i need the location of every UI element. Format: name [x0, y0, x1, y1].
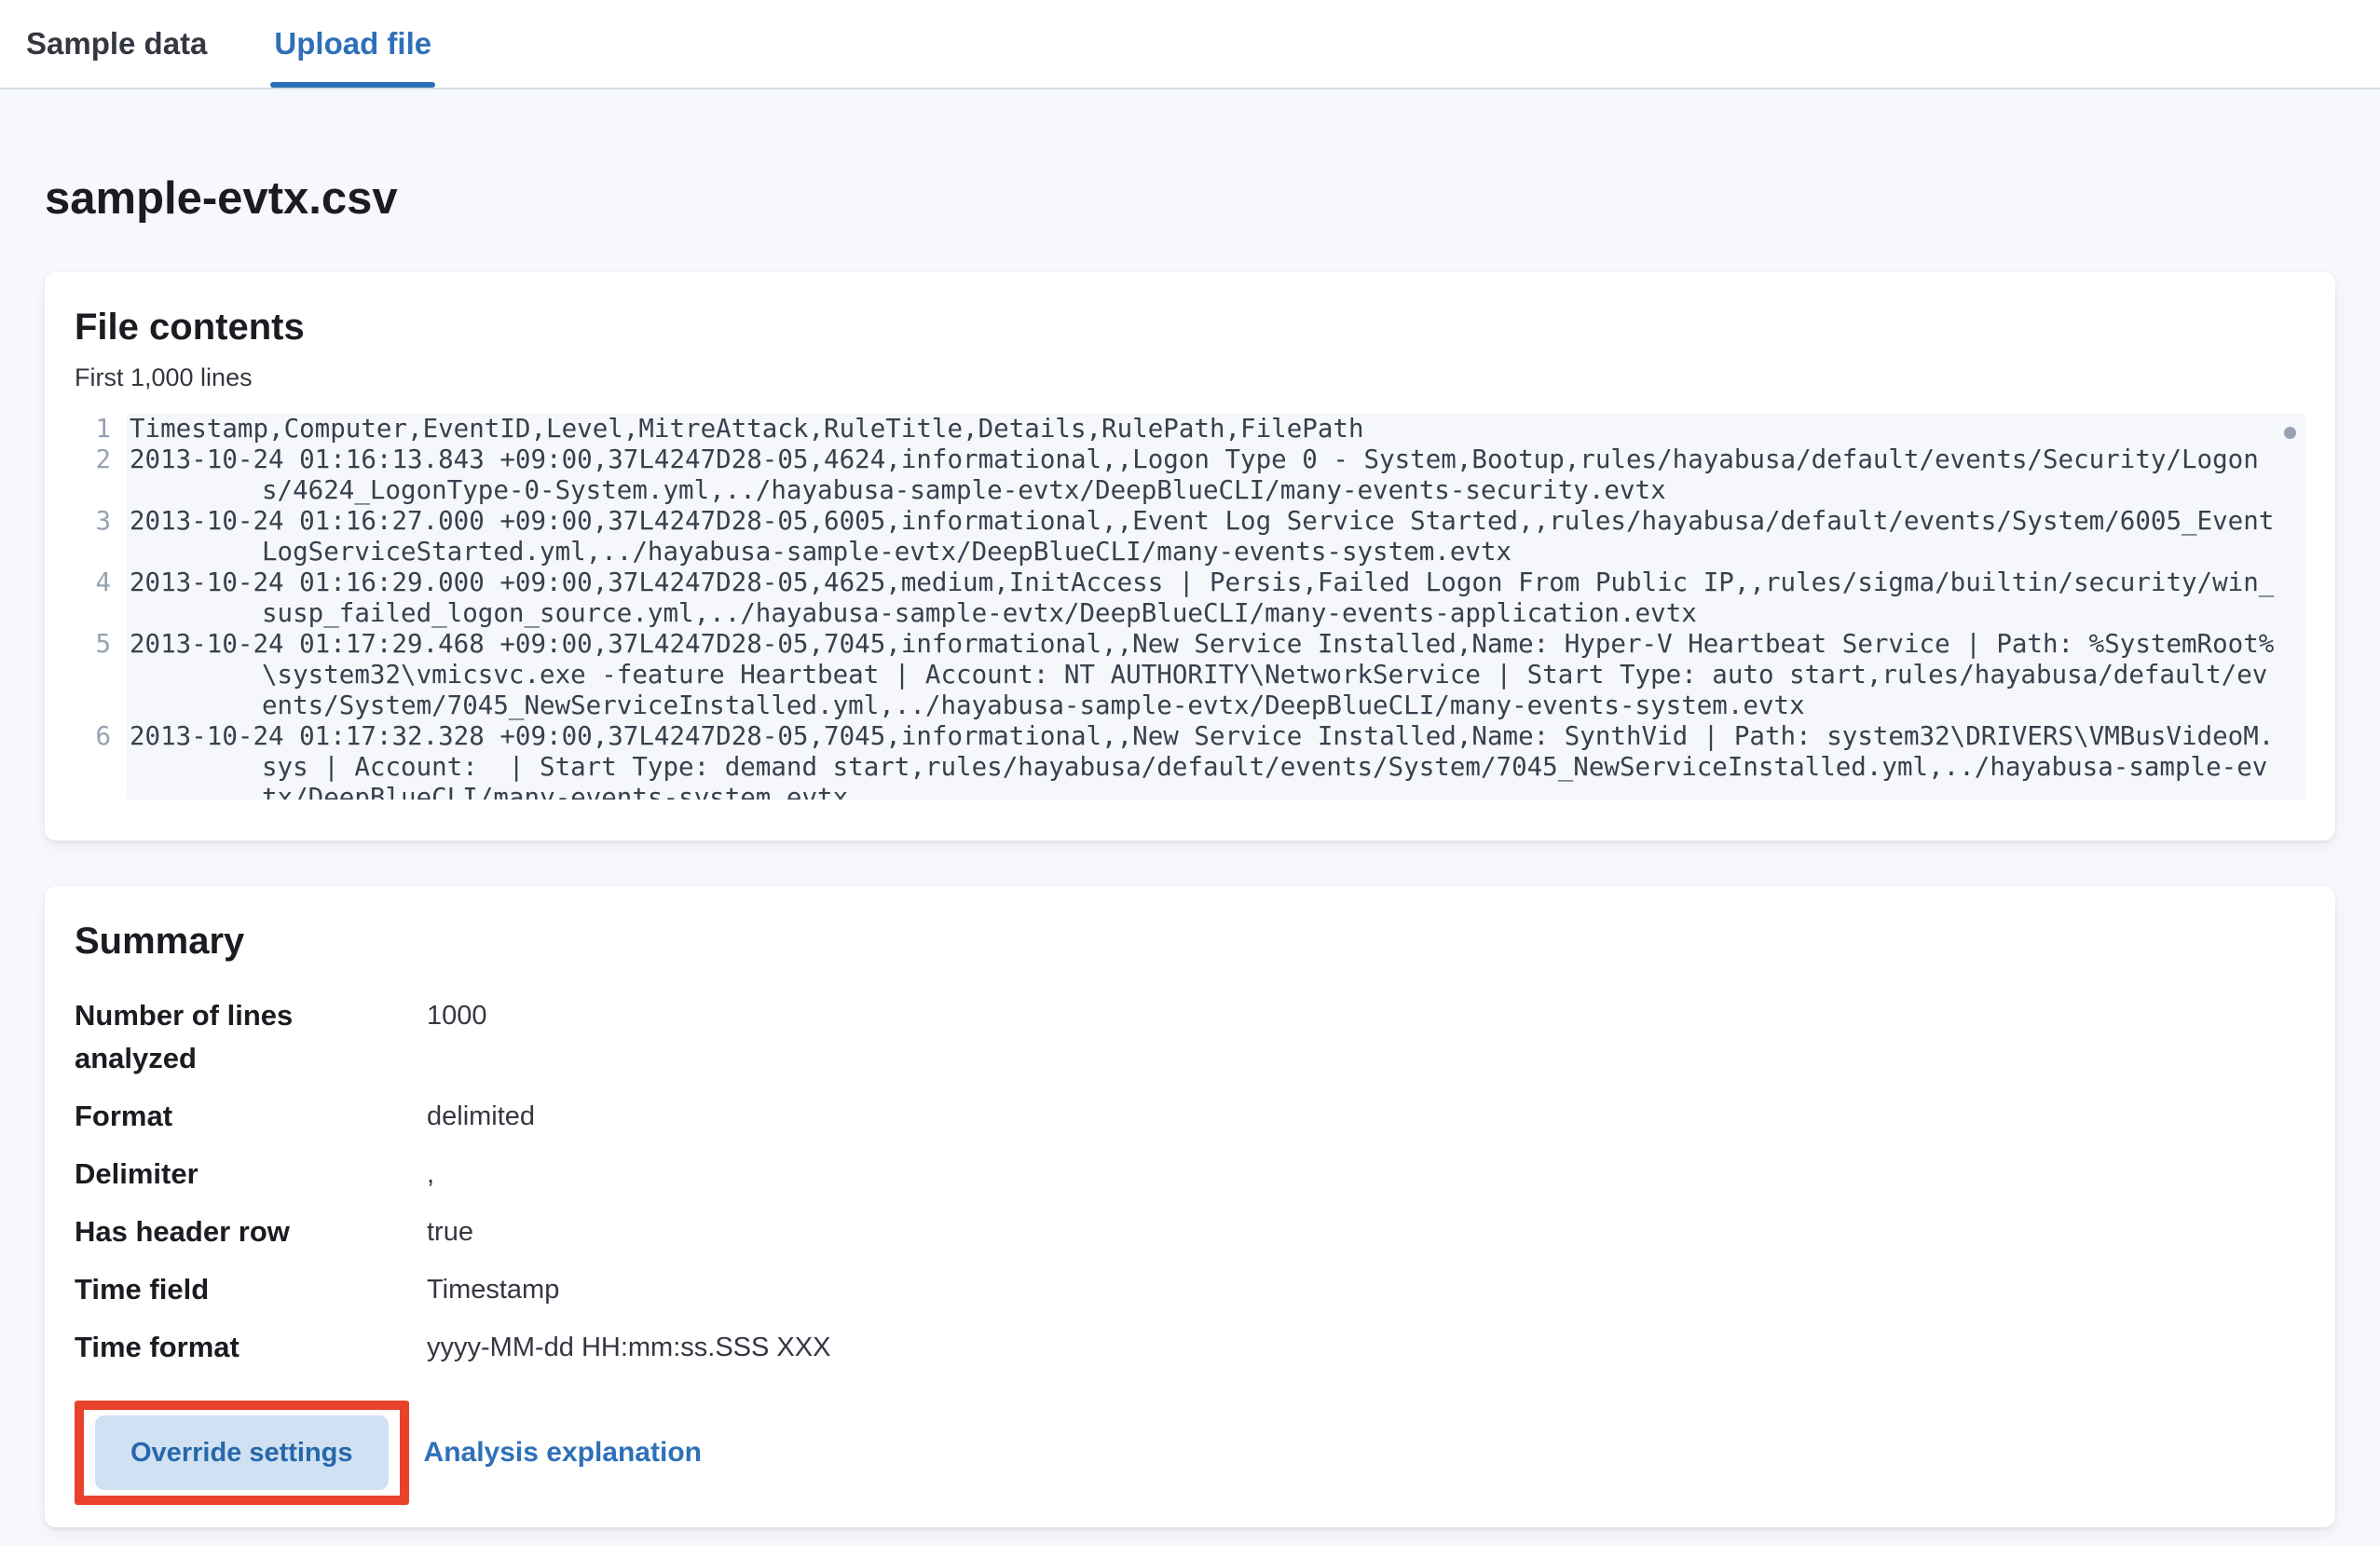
- code-line: 2 2013-10-24 01:16:13.843 +09:00,37L4247…: [75, 444, 2305, 506]
- analysis-explanation-link[interactable]: Analysis explanation: [424, 1437, 702, 1469]
- code-line: 1 Timestamp,Computer,EventID,Level,Mitre…: [75, 414, 2305, 444]
- tab-upload-file[interactable]: Upload file: [270, 0, 435, 88]
- code-line: 6 2013-10-24 01:17:32.328 +09:00,37L4247…: [75, 721, 2305, 800]
- line-text: Timestamp,Computer,EventID,Level,MitreAt…: [127, 414, 2305, 444]
- code-line: 5 2013-10-24 01:17:29.468 +09:00,37L4247…: [75, 629, 2305, 721]
- line-number: 1: [75, 414, 127, 444]
- scrollbar-thumb[interactable]: [2284, 427, 2296, 439]
- summary-value: delimited: [427, 1095, 2305, 1138]
- summary-value: yyyy-MM-dd HH:mm:ss.SSS XXX: [427, 1326, 2305, 1369]
- code-line: 3 2013-10-24 01:16:27.000 +09:00,37L4247…: [75, 506, 2305, 567]
- line-number: 5: [75, 629, 127, 721]
- summary-label: Time field: [75, 1268, 354, 1311]
- summary-row: Time field Timestamp: [75, 1261, 2305, 1319]
- summary-label: Time format: [75, 1326, 354, 1369]
- summary-actions: Override settings Analysis explanation: [75, 1401, 2305, 1505]
- tab-sample-data[interactable]: Sample data: [22, 0, 211, 88]
- line-text: 2013-10-24 01:17:32.328 +09:00,37L4247D2…: [127, 721, 2305, 800]
- annotation-highlight-box: Override settings: [75, 1401, 409, 1505]
- summary-panel: Summary Number of lines analyzed 1000 Fo…: [45, 886, 2335, 1527]
- code-line: 4 2013-10-24 01:16:29.000 +09:00,37L4247…: [75, 567, 2305, 629]
- summary-value: Timestamp: [427, 1268, 2305, 1311]
- line-text: 2013-10-24 01:17:29.468 +09:00,37L4247D2…: [127, 629, 2305, 721]
- summary-value: 1000: [427, 994, 2305, 1080]
- file-contents-heading: File contents: [75, 304, 2305, 350]
- summary-row: Has header row true: [75, 1203, 2305, 1261]
- line-text: 2013-10-24 01:16:13.843 +09:00,37L4247D2…: [127, 444, 2305, 506]
- summary-label: Delimiter: [75, 1153, 354, 1196]
- summary-value: ,: [427, 1153, 2305, 1196]
- line-number: 4: [75, 567, 127, 629]
- override-settings-button[interactable]: Override settings: [95, 1415, 389, 1490]
- summary-label: Number of lines analyzed: [75, 994, 354, 1080]
- summary-row: Format delimited: [75, 1087, 2305, 1145]
- summary-heading: Summary: [75, 918, 2305, 964]
- line-text: 2013-10-24 01:16:29.000 +09:00,37L4247D2…: [127, 567, 2305, 629]
- file-contents-panel: File contents First 1,000 lines 1 Timest…: [45, 272, 2335, 841]
- summary-row: Delimiter ,: [75, 1145, 2305, 1203]
- file-contents-subtitle: First 1,000 lines: [75, 362, 2305, 393]
- tab-bar: Sample data Upload file: [0, 0, 2380, 89]
- line-number: 6: [75, 721, 127, 800]
- line-number: 3: [75, 506, 127, 567]
- summary-label: Has header row: [75, 1210, 354, 1253]
- page-title: sample-evtx.csv: [45, 171, 2335, 226]
- page-content: sample-evtx.csv File contents First 1,00…: [0, 171, 2380, 1527]
- line-number: 2: [75, 444, 127, 506]
- summary-row: Number of lines analyzed 1000: [75, 987, 2305, 1087]
- summary-value: true: [427, 1210, 2305, 1253]
- summary-list: Number of lines analyzed 1000 Format del…: [75, 987, 2305, 1376]
- summary-row: Time format yyyy-MM-dd HH:mm:ss.SSS XXX: [75, 1319, 2305, 1376]
- file-preview-codeblock[interactable]: 1 Timestamp,Computer,EventID,Level,Mitre…: [75, 414, 2305, 800]
- summary-label: Format: [75, 1095, 354, 1138]
- line-text: 2013-10-24 01:16:27.000 +09:00,37L4247D2…: [127, 506, 2305, 567]
